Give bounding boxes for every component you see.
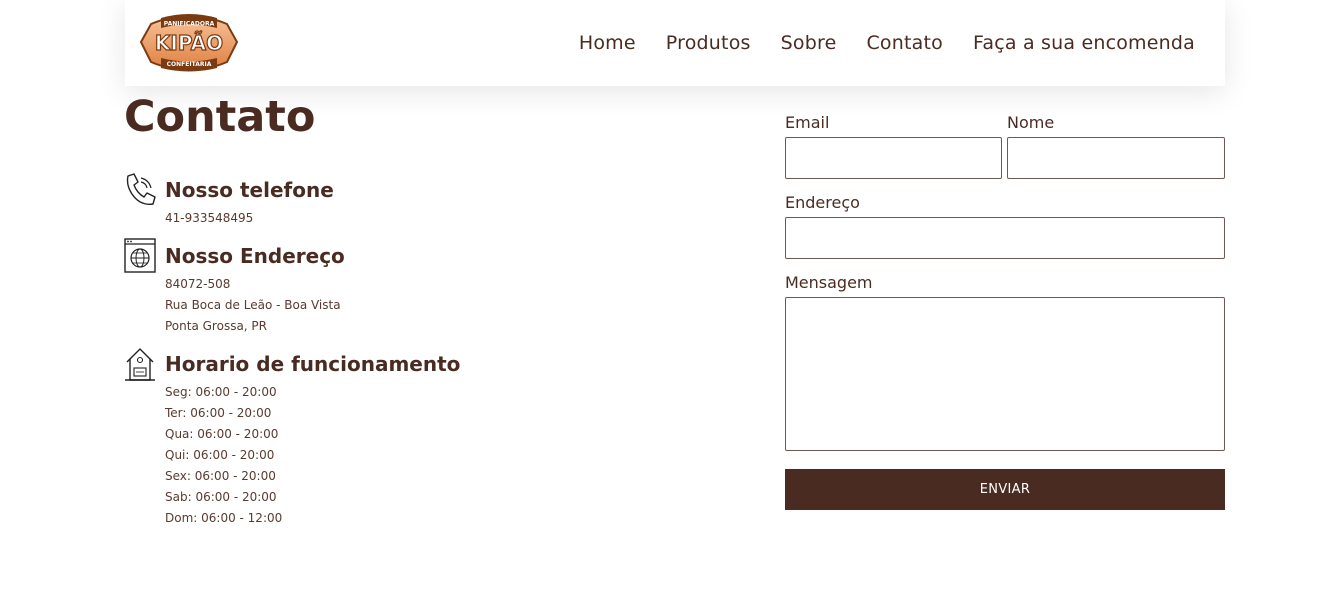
hours-lines: Seg: 06:00 - 20:00 Ter: 06:00 - 20:00 Qu… <box>165 382 282 529</box>
navbar: PANIFICADORA KIPÃO CONFEITARIA Home Prod… <box>125 0 1225 86</box>
nav-home[interactable]: Home <box>579 32 636 54</box>
hours-heading: Horario de funcionamento <box>165 352 461 376</box>
house-icon <box>125 348 155 381</box>
hours-thu: Qui: 06:00 - 20:00 <box>165 448 275 462</box>
logo-bottom-text: CONFEITARIA <box>167 61 212 68</box>
address-lines: 84072-508 Rua Boca de Leão - Boa Vista P… <box>165 274 341 337</box>
kipao-logo[interactable]: PANIFICADORA KIPÃO CONFEITARIA <box>137 12 241 74</box>
hours-wed: Qua: 06:00 - 20:00 <box>165 427 279 441</box>
email-label: Email <box>785 113 830 132</box>
web-globe-icon <box>124 238 156 273</box>
name-label: Nome <box>1007 113 1055 132</box>
logo-brand-text: KIPÃO <box>155 31 223 55</box>
hours-mon: Seg: 06:00 - 20:00 <box>165 385 277 399</box>
main-nav: Home Produtos Sobre Contato Faça a sua e… <box>579 32 1195 54</box>
phone-number: 41-933548495 <box>165 211 254 225</box>
nav-encomenda[interactable]: Faça a sua encomenda <box>973 32 1195 54</box>
nav-contato[interactable]: Contato <box>866 32 943 54</box>
hours-fri: Sex: 06:00 - 20:00 <box>165 469 276 483</box>
message-label: Mensagem <box>785 273 873 292</box>
phone-heading: Nosso telefone <box>165 178 334 202</box>
hours-sat: Sab: 06:00 - 20:00 <box>165 490 277 504</box>
address-cep: 84072-508 <box>165 277 231 291</box>
message-field[interactable] <box>785 297 1225 451</box>
phone-lines: 41-933548495 <box>165 208 253 229</box>
submit-button[interactable]: ENVIAR <box>785 469 1225 510</box>
address-label: Endereço <box>785 193 860 212</box>
logo-top-text: PANIFICADORA <box>164 21 215 28</box>
name-field[interactable] <box>1007 137 1225 179</box>
address-heading: Nosso Endereço <box>165 244 345 268</box>
address-city: Ponta Grossa, PR <box>165 319 267 333</box>
hours-sun: Dom: 06:00 - 12:00 <box>165 511 283 525</box>
address-street: Rua Boca de Leão - Boa Vista <box>165 298 341 312</box>
address-field[interactable] <box>785 217 1225 259</box>
phone-icon <box>126 173 156 205</box>
nav-produtos[interactable]: Produtos <box>666 32 751 54</box>
hours-tue: Ter: 06:00 - 20:00 <box>165 406 272 420</box>
email-field[interactable] <box>785 137 1002 179</box>
nav-sobre[interactable]: Sobre <box>781 32 837 54</box>
page-title: Contato <box>124 92 316 142</box>
